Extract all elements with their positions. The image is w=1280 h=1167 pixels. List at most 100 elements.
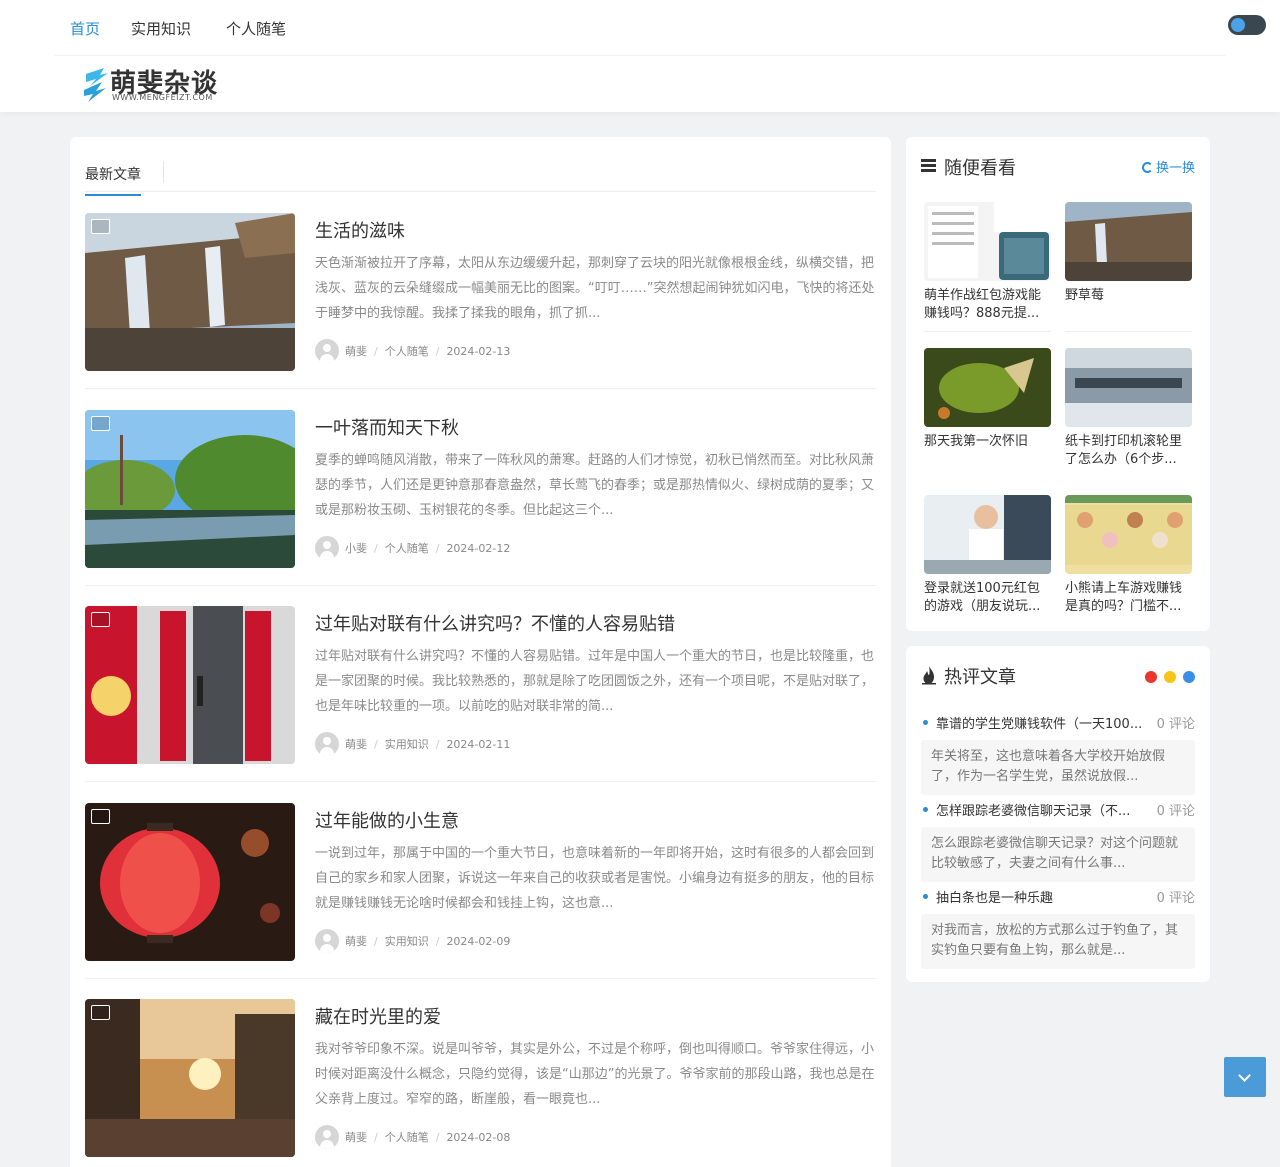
meta-separator: /	[374, 934, 378, 948]
post-meta: 小斐 / 个人随笔 / 2024-02-12	[315, 536, 510, 560]
post-category[interactable]: 个人随笔	[385, 540, 429, 556]
hot-post-title[interactable]: 抽白条也是一种乐趣	[936, 887, 1144, 906]
bullet-dot	[923, 894, 928, 899]
post-item: 生活的滋味 天色渐渐被拉开了序幕，太阳从东边缓缓升起，那刺穿了云块的阳光就像根根…	[85, 213, 876, 389]
post-author[interactable]: 萌斐	[345, 1129, 367, 1145]
hot-post-title[interactable]: 怎样跟踪老婆微信聊天记录（不...	[936, 800, 1144, 819]
post-category[interactable]: 个人随笔	[385, 1129, 429, 1145]
post-author[interactable]: 萌斐	[345, 736, 367, 752]
post-date: 2024-02-12	[446, 541, 511, 555]
window-dots	[1138, 668, 1195, 687]
post-meta: 萌斐 / 个人随笔 / 2024-02-08	[315, 1125, 510, 1149]
meta-separator: /	[435, 541, 440, 555]
tab-latest-posts[interactable]: 最新文章	[85, 164, 141, 196]
logo-subtitle: WWW.MENGFEIZT.COM	[112, 93, 213, 102]
random-post-item[interactable]: 登录就送100元红包的游戏（朋友说玩...	[924, 495, 1051, 616]
post-excerpt: 天色渐渐被拉开了序幕，太阳从东边缓缓升起，那刺穿了云块的阳光就像根根金线，纵横交…	[315, 256, 875, 321]
hot-post-summary: 怎么跟踪老婆微信聊天记录？对这个问题就比较敏感了，夫妻之间有什么事...	[921, 827, 1195, 882]
post-category[interactable]: 个人随笔	[385, 343, 429, 359]
meta-separator: /	[435, 1130, 440, 1144]
menu-list-icon	[921, 159, 936, 172]
random-posts-widget: 随便看看 换一换 萌羊作战红包游戏能赚钱吗？888元提... 野草莓 那天我第一…	[906, 137, 1210, 631]
blue-dot	[1183, 671, 1195, 683]
tab-divider	[163, 161, 164, 183]
river-image	[85, 410, 295, 568]
post-meta: 萌斐 / 个人随笔 / 2024-02-13	[315, 339, 510, 363]
hot-post-item: 靠谱的学生党赚钱软件（一天100... 0 评论 年关将至，这也意味着各大学校开…	[921, 713, 1195, 795]
latest-posts-panel: 最新文章 生活的滋味 天色渐渐被拉开了序幕，太阳从东边缓缓升起，那刺穿了云块的阳…	[70, 137, 891, 1167]
random-post-thumbnail	[924, 348, 1051, 427]
post-meta: 萌斐 / 实用知识 / 2024-02-11	[315, 732, 510, 756]
post-title[interactable]: 生活的滋味	[315, 217, 405, 243]
post-thumbnail[interactable]	[85, 999, 295, 1157]
back-to-top-button[interactable]	[1224, 1057, 1266, 1097]
refresh-button[interactable]: 换一换	[1141, 157, 1195, 176]
divider	[924, 331, 1051, 332]
widget-header: 随便看看 换一换	[921, 154, 1195, 179]
couplets-image	[85, 606, 295, 764]
random-post-thumbnail	[924, 495, 1051, 574]
waterfall-image	[85, 213, 295, 371]
widget-title: 热评文章	[944, 667, 1016, 688]
meta-separator: /	[435, 344, 440, 358]
bullet-dot	[923, 807, 928, 812]
post-thumbnail[interactable]	[85, 410, 295, 568]
post-author[interactable]: 小斐	[345, 540, 367, 556]
refresh-label: 换一换	[1155, 161, 1195, 176]
post-excerpt: 我对爷爷印象不深。说是叫爷爷，其实是外公，不过是个称呼，倒也叫得顺口。爷爷家住得…	[315, 1042, 875, 1107]
top-nav: 首页 实用知识 个人随笔	[55, 0, 1266, 56]
post-thumbnail[interactable]	[85, 213, 295, 371]
author-avatar	[315, 339, 339, 363]
image-icon	[91, 1005, 110, 1020]
hot-post-summary: 年关将至，这也意味着各大学校开始放假了，作为一名学生党，虽然说放假...	[921, 740, 1195, 795]
meta-separator: /	[374, 541, 378, 555]
random-post-title: 小熊请上车游戏赚钱是真的吗？门槛不...	[1065, 581, 1183, 614]
dark-mode-toggle[interactable]	[1228, 15, 1266, 35]
toggle-knob	[1231, 18, 1245, 32]
image-icon	[91, 612, 110, 627]
author-avatar	[315, 732, 339, 756]
post-thumbnail[interactable]	[85, 606, 295, 764]
random-post-thumbnail	[1065, 348, 1192, 427]
random-post-title: 登录就送100元红包的游戏（朋友说玩...	[924, 581, 1041, 614]
random-post-item[interactable]: 萌羊作战红包游戏能赚钱吗？888元提...	[924, 202, 1051, 323]
post-title[interactable]: 过年能做的小生意	[315, 807, 459, 833]
random-post-title: 那天我第一次怀旧	[924, 434, 1029, 449]
hot-posts-widget: 热评文章 靠谱的学生党赚钱软件（一天100... 0 评论 年关将至，这也意味着…	[906, 646, 1210, 982]
post-author[interactable]: 萌斐	[345, 933, 367, 949]
hot-post-summary: 对我而言，放松的方式那么过于钓鱼了，其实钓鱼只要有鱼上钩，那么就是...	[921, 914, 1195, 969]
nav-practical-knowledge[interactable]: 实用知识	[131, 18, 191, 39]
hot-post-item: 怎样跟踪老婆微信聊天记录（不... 0 评论 怎么跟踪老婆微信聊天记录？对这个问…	[921, 800, 1195, 882]
nav-home[interactable]: 首页	[70, 18, 100, 39]
site-logo[interactable]: 萌斐杂谈 WWW.MENGFEIZT.COM	[82, 62, 232, 106]
post-excerpt: 夏季的蝉鸣随风消散，带来了一阵秋风的萧寒。赶路的人们才惊觉，初秋已悄然而至。对比…	[315, 453, 875, 518]
random-post-thumbnail	[1065, 202, 1192, 281]
random-post-item[interactable]: 小熊请上车游戏赚钱是真的吗？门槛不...	[1065, 495, 1192, 616]
random-post-title: 纸卡到打印机滚轮里了怎么办（6个步...	[1065, 434, 1183, 467]
post-date: 2024-02-11	[446, 737, 511, 751]
comment-count: 0 评论	[1156, 804, 1195, 819]
post-thumbnail[interactable]	[85, 803, 295, 961]
logo-mark-icon	[84, 68, 108, 102]
post-title[interactable]: 藏在时光里的爱	[315, 1003, 441, 1029]
random-post-item[interactable]: 野草莓	[1065, 202, 1192, 323]
hot-post-title[interactable]: 靠谱的学生党赚钱软件（一天100...	[936, 713, 1144, 732]
meta-separator: /	[374, 1130, 378, 1144]
post-title[interactable]: 一叶落而知天下秋	[315, 414, 459, 440]
random-post-item[interactable]: 那天我第一次怀旧	[924, 348, 1051, 469]
red-dot	[1145, 671, 1157, 683]
post-category[interactable]: 实用知识	[385, 736, 429, 752]
meta-separator: /	[435, 934, 440, 948]
author-avatar	[315, 929, 339, 953]
post-author[interactable]: 萌斐	[345, 343, 367, 359]
random-post-item[interactable]: 纸卡到打印机滚轮里了怎么办（6个步...	[1065, 348, 1192, 469]
yellow-dot	[1164, 671, 1176, 683]
post-date: 2024-02-08	[446, 1130, 511, 1144]
fire-icon	[922, 666, 936, 685]
post-excerpt: 一说到过年，那属于中国的一个重大节日，也意味着新的一年即将开始，这时有很多的人都…	[315, 846, 875, 911]
post-item: 过年贴对联有什么讲究吗？不懂的人容易贴错 过年贴对联有什么讲究吗？不懂的人容易贴…	[85, 606, 876, 782]
post-title[interactable]: 过年贴对联有什么讲究吗？不懂的人容易贴错	[315, 610, 675, 636]
nav-personal-essays[interactable]: 个人随笔	[226, 18, 286, 39]
post-category[interactable]: 实用知识	[385, 933, 429, 949]
widget-title: 随便看看	[944, 158, 1016, 179]
